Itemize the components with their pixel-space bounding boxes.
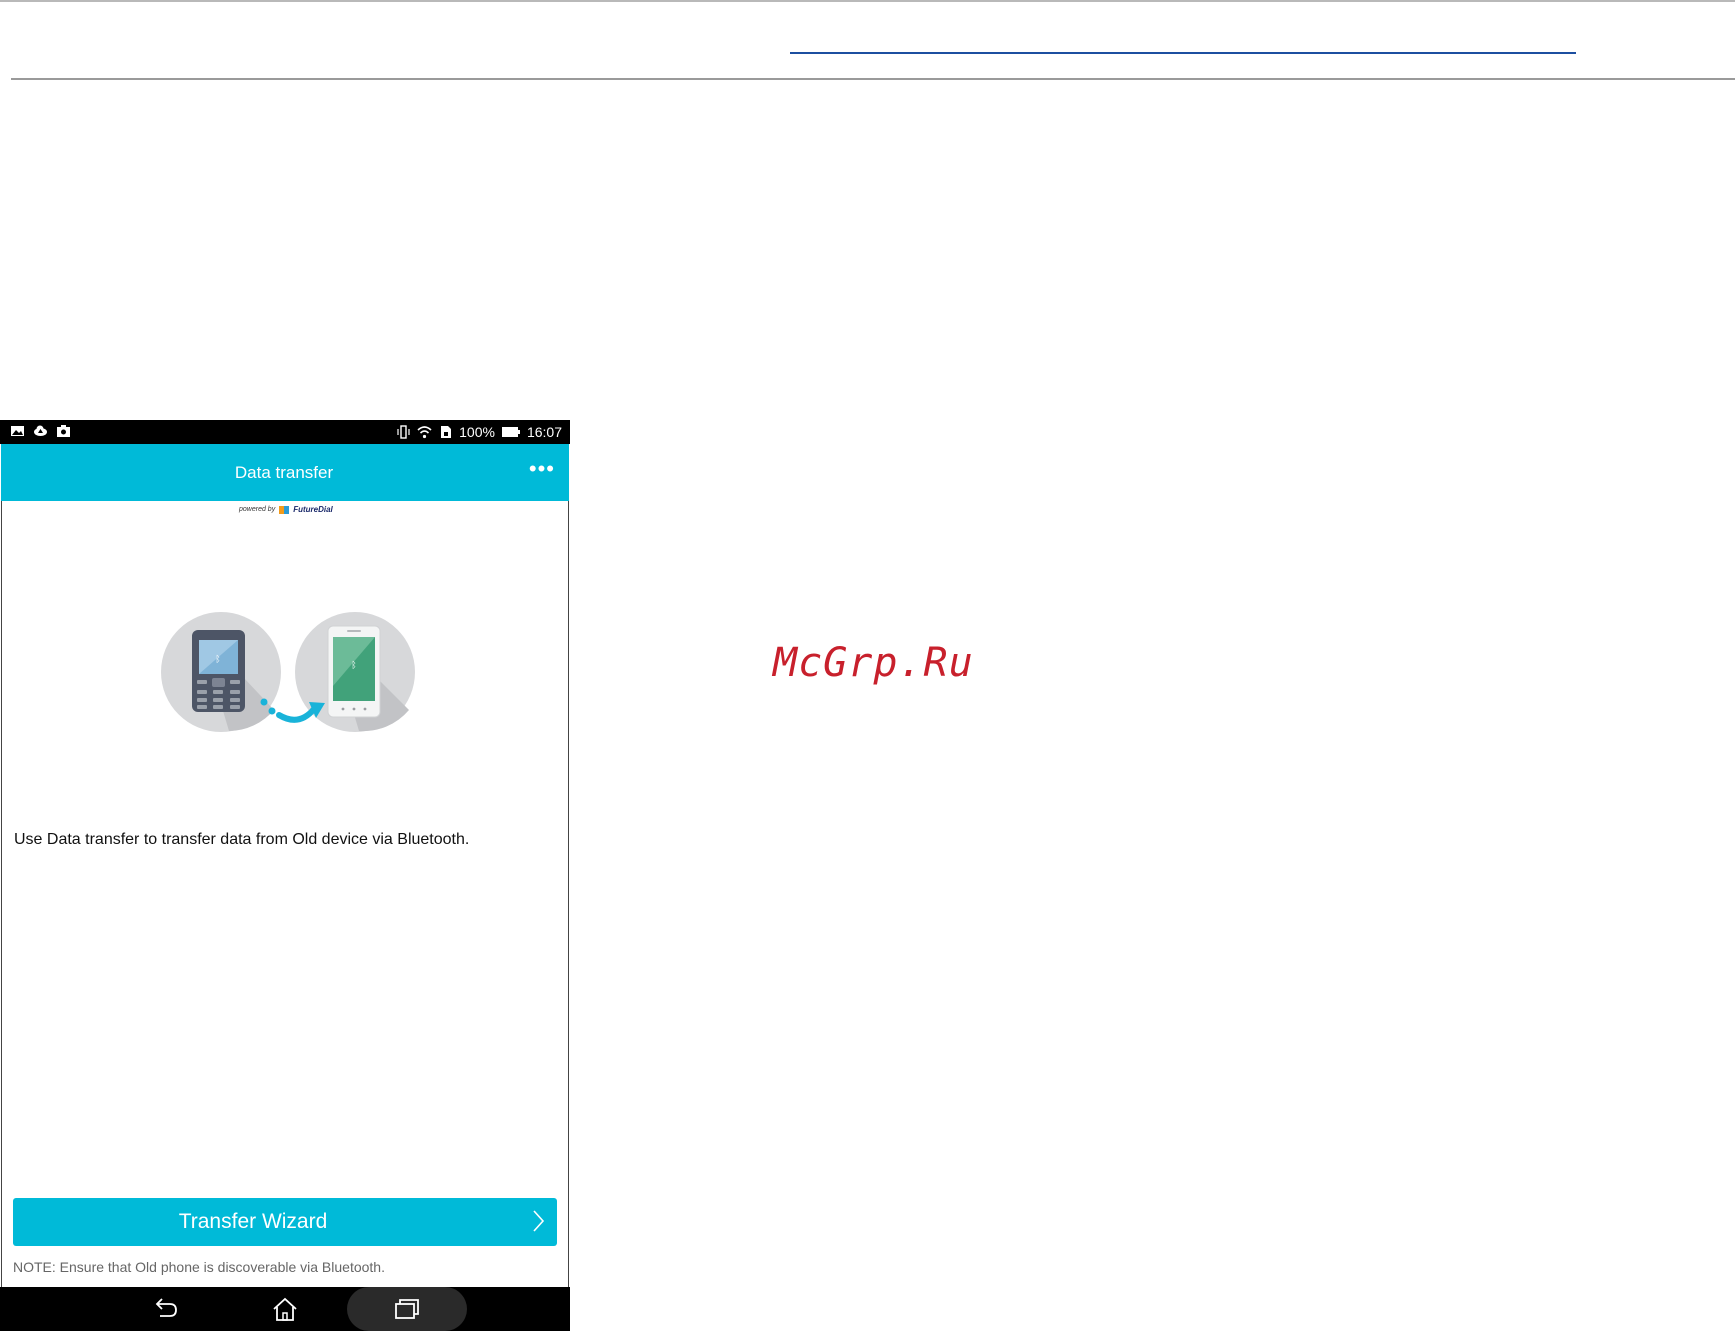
battery-percent: 100% <box>459 424 495 440</box>
powered-by-brand: FutureDial <box>293 505 333 514</box>
smartphone-icon: ᛒ <box>327 625 381 718</box>
phone-screenshot: 100% 16:07 Data transfer ••• powered by … <box>0 420 570 1331</box>
svg-text:ᛒ: ᛒ <box>351 660 356 671</box>
app-bar: Data transfer ••• <box>1 444 569 501</box>
navigation-bar <box>0 1287 570 1331</box>
cloud-upload-icon <box>34 425 47 436</box>
chevron-right-icon <box>533 1210 545 1232</box>
description-text: Use Data transfer to transfer data from … <box>14 831 470 848</box>
header-rule <box>11 78 1735 80</box>
gallery-icon <box>11 426 24 436</box>
battery-icon <box>501 427 520 437</box>
top-rule <box>0 0 1735 2</box>
feature-phone-icon: ᛒ <box>192 630 245 712</box>
app-title: Data transfer <box>234 463 334 482</box>
overflow-menu-icon[interactable]: ••• <box>529 458 555 480</box>
home-icon[interactable] <box>270 1295 300 1323</box>
powered-by-logo: powered by FutureDial <box>239 505 333 514</box>
header-link-rule <box>790 52 1576 54</box>
wifi-icon <box>417 426 432 439</box>
futuredial-logo-icon <box>279 505 290 514</box>
svg-text:ᛒ: ᛒ <box>215 654 220 665</box>
transfer-wizard-label: Transfer Wizard <box>178 1210 328 1233</box>
transfer-illustration: ᛒ ᛒ <box>161 612 415 732</box>
powered-by-label: powered by <box>239 506 276 513</box>
transfer-wizard-button[interactable]: Transfer Wizard <box>13 1198 557 1246</box>
sim-icon <box>441 426 452 438</box>
main-content: powered by FutureDial ᛒ ᛒ Use Data trans… <box>1 501 569 1287</box>
vibrate-icon <box>397 425 410 439</box>
status-time: 16:07 <box>526 424 562 440</box>
back-icon[interactable] <box>150 1295 180 1323</box>
recent-apps-icon[interactable] <box>392 1295 422 1323</box>
camera-icon <box>57 425 70 437</box>
watermark-text: McGrp.Ru <box>773 640 974 686</box>
bluetooth-note: NOTE: Ensure that Old phone is discovera… <box>13 1259 385 1275</box>
status-bar: 100% 16:07 <box>0 420 570 444</box>
